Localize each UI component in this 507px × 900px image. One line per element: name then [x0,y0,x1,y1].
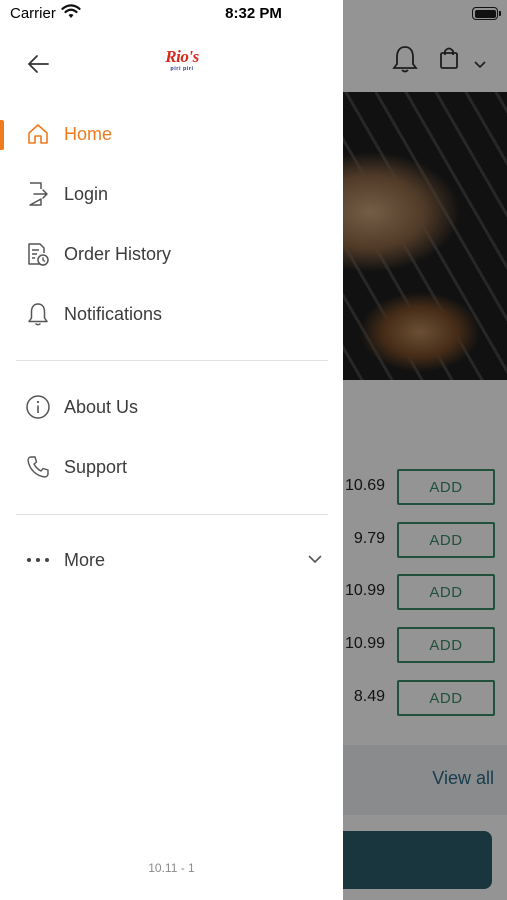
menu-item-label: Support [64,456,128,477]
brand-logo: Rio's piri piri [162,48,202,76]
app-version: 10.11 - 1 [148,861,195,875]
menu-item-login[interactable]: Login [0,168,343,220]
chevron-down-icon [308,551,322,569]
menu-item-label: More [64,549,106,570]
status-bar: Carrier 8:32 PM [0,0,507,30]
menu-divider [16,514,328,515]
menu-item-label: Order History [64,243,172,264]
logo-tagline: piri piri [170,66,194,72]
navigation-drawer: Rio's piri piri Home Login Order History… [0,0,343,900]
active-indicator [0,120,4,150]
clock: 8:32 PM [225,5,282,22]
menu-item-support[interactable]: Support [0,441,343,493]
menu-item-label: About Us [64,396,139,417]
battery-icon [472,7,498,20]
menu-item-home[interactable]: Home [0,108,343,160]
login-icon [24,180,52,208]
menu-item-label: Login [64,183,109,204]
menu-item-order-history[interactable]: Order History [0,228,343,280]
menu-item-label: Home [64,123,113,144]
home-icon [24,120,52,148]
menu-item-about-us[interactable]: About Us [0,381,343,433]
battery-tip [499,11,501,16]
menu-item-notifications[interactable]: Notifications [0,288,343,340]
info-icon [24,393,52,421]
order-history-icon [24,240,52,268]
logo-brand-text: Rio's [165,47,199,66]
back-arrow-icon[interactable] [24,50,52,78]
menu-item-more[interactable]: More [0,534,343,586]
bell-icon [24,300,52,328]
menu-divider [16,360,328,361]
menu-item-label: Notifications [64,303,163,324]
more-dots-icon [24,546,52,574]
phone-icon [24,453,52,481]
